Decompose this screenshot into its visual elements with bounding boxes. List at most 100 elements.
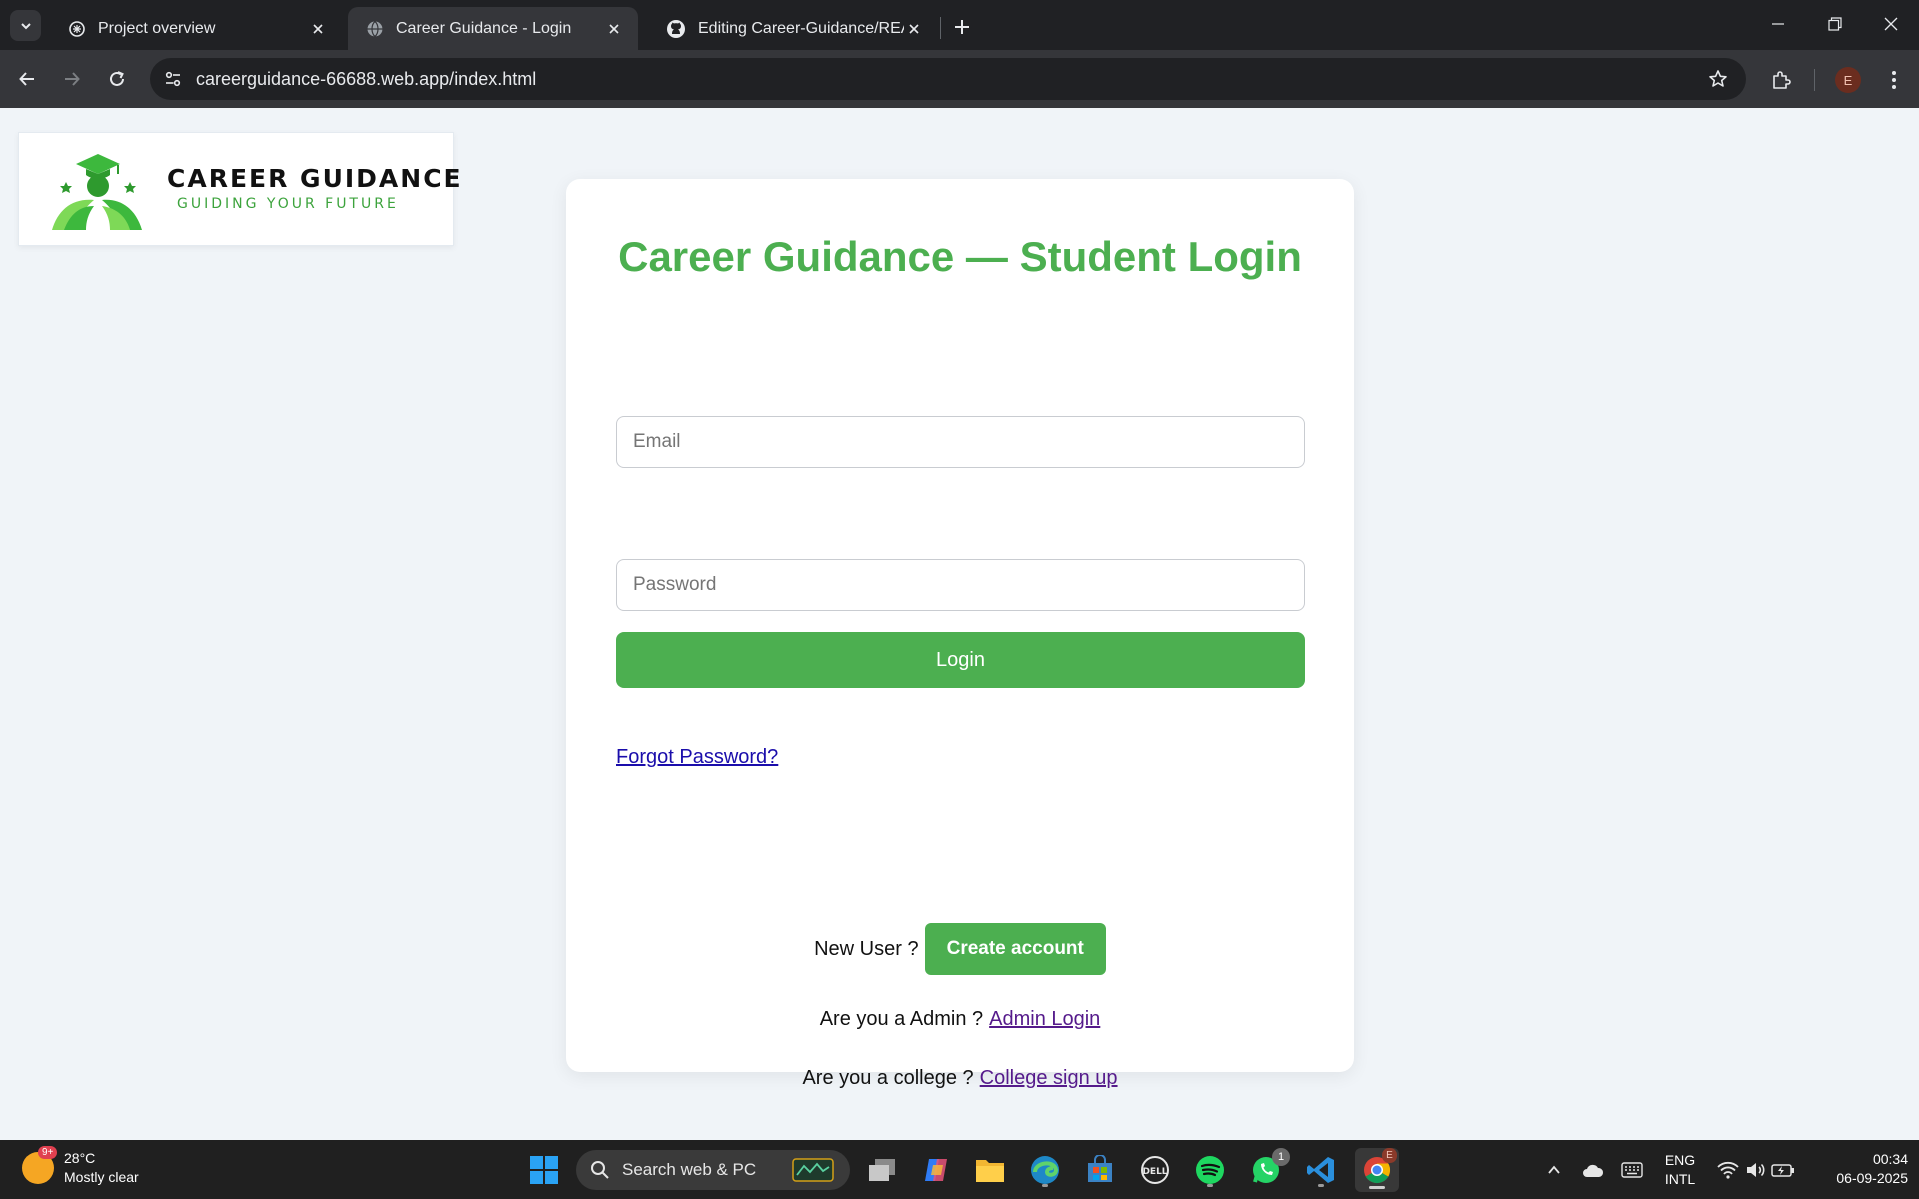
whatsapp-button[interactable]: 1: [1246, 1148, 1290, 1190]
admin-login-link[interactable]: Admin Login: [989, 1008, 1100, 1031]
admin-label: Are you a Admin ?: [819, 1007, 984, 1030]
tab-search-button[interactable]: [10, 10, 41, 41]
running-indicator: [1042, 1184, 1048, 1187]
graduate-leaf-logo-icon: [52, 154, 142, 230]
clock-time: 00:34: [1872, 1151, 1908, 1167]
windows-logo-icon: [530, 1156, 558, 1184]
close-icon: [909, 23, 919, 34]
tune-icon: [165, 71, 181, 87]
tab-separator: [940, 17, 941, 39]
close-icon: [609, 23, 619, 34]
logo-card: CAREER GUIDANCE GUIDING YOUR FUTURE: [18, 132, 461, 246]
kebab-menu-icon: [1892, 71, 1896, 89]
start-button[interactable]: [524, 1150, 564, 1190]
new-tab-button[interactable]: [948, 13, 976, 41]
search-icon: [591, 1161, 609, 1179]
taskbar-search-placeholder: Search web & PC: [622, 1160, 757, 1179]
create-account-button[interactable]: Create account: [924, 923, 1106, 975]
keyboard-icon: [1621, 1162, 1643, 1178]
edge-icon: [1031, 1156, 1059, 1184]
password-input[interactable]: [616, 559, 1305, 611]
toolbar-divider: [1814, 69, 1815, 91]
svg-text:DELL: DELL: [1142, 1167, 1167, 1177]
new-user-label: New User ?: [814, 937, 919, 960]
vscode-icon: [1307, 1157, 1334, 1183]
college-signup-link[interactable]: College sign up: [980, 1067, 1118, 1090]
vscode-button[interactable]: [1301, 1150, 1341, 1190]
forward-button[interactable]: [57, 64, 87, 94]
tab-github-editing[interactable]: Editing Career-Guidance/READM: [648, 7, 938, 50]
clock-button[interactable]: 00:34 06-09-2025: [1808, 1150, 1908, 1188]
tab-close-button[interactable]: [904, 19, 924, 39]
profile-button[interactable]: E: [1832, 64, 1864, 96]
logo-title: CAREER GUIDANCE: [167, 164, 463, 193]
tab-project-overview[interactable]: Project overview: [50, 7, 342, 50]
page-title: Career Guidance — Student Login: [618, 233, 1302, 280]
whatsapp-notification-badge: 1: [1272, 1148, 1290, 1166]
tab-close-button[interactable]: [604, 19, 624, 39]
copilot-button[interactable]: [916, 1150, 956, 1190]
quick-settings-button[interactable]: [1708, 1150, 1804, 1190]
arrow-left-icon: [19, 72, 34, 86]
url-text[interactable]: careerguidance-66688.web.app/index.html: [196, 69, 1698, 90]
weather-badge: 9+: [38, 1146, 58, 1159]
minimize-icon: [1771, 23, 1784, 25]
browser-toolbar: careerguidance-66688.web.app/index.html …: [0, 50, 1919, 108]
admin-row: Are you a Admin ? Admin Login: [566, 1005, 1354, 1033]
restore-button[interactable]: [1806, 0, 1863, 48]
running-indicator: [1318, 1184, 1324, 1187]
tab-close-button[interactable]: [308, 19, 328, 39]
show-hidden-icons-button[interactable]: [1534, 1150, 1574, 1190]
input-language-button[interactable]: ENG INTL: [1656, 1151, 1704, 1189]
star-icon: [1709, 70, 1727, 87]
college-row: Are you a college ? College sign up: [566, 1064, 1354, 1092]
minimize-button[interactable]: [1749, 0, 1806, 48]
close-icon: [313, 23, 323, 34]
copilot-icon: [925, 1159, 947, 1181]
login-button[interactable]: Login: [616, 632, 1305, 688]
active-indicator: [1369, 1186, 1385, 1189]
college-label: Are you a college ?: [802, 1066, 974, 1089]
chevron-down-icon: [20, 22, 31, 29]
spotify-button[interactable]: [1190, 1150, 1230, 1190]
task-view-button[interactable]: [862, 1150, 902, 1190]
new-user-row: New User ? Create account: [566, 923, 1354, 975]
running-indicator: [1207, 1184, 1213, 1187]
weather-condition: Mostly clear: [64, 1169, 139, 1185]
close-window-button[interactable]: [1862, 0, 1919, 48]
browser-menu-button[interactable]: [1878, 64, 1910, 96]
puzzle-icon: [1773, 71, 1791, 89]
microsoft-store-button[interactable]: [1080, 1150, 1120, 1190]
onedrive-button[interactable]: [1573, 1150, 1613, 1190]
volume-icon: [1747, 1163, 1765, 1177]
page-viewport: CAREER GUIDANCE GUIDING YOUR FUTURE Care…: [0, 108, 1919, 1140]
dell-button[interactable]: DELL: [1135, 1150, 1175, 1190]
store-icon: [1088, 1155, 1112, 1182]
close-icon: [1884, 17, 1897, 31]
email-input[interactable]: [616, 416, 1305, 468]
chevron-up-icon: [1548, 1165, 1560, 1174]
wifi-icon: [1717, 1161, 1739, 1179]
address-bar[interactable]: careerguidance-66688.web.app/index.html: [150, 58, 1746, 100]
file-explorer-button[interactable]: [970, 1150, 1010, 1190]
chrome-button[interactable]: E: [1355, 1148, 1399, 1192]
extensions-button[interactable]: [1765, 64, 1797, 96]
touch-keyboard-button[interactable]: [1612, 1150, 1652, 1190]
folder-icon: [976, 1160, 1004, 1182]
forgot-password-link[interactable]: Forgot Password?: [616, 746, 778, 769]
taskbar-search[interactable]: Search web & PC: [576, 1150, 850, 1190]
weather-widget[interactable]: 9+ 28°C Mostly clear: [22, 1146, 139, 1187]
edge-button[interactable]: [1025, 1150, 1065, 1190]
tab-career-guidance-login[interactable]: Career Guidance - Login: [348, 7, 638, 50]
back-button[interactable]: [12, 64, 42, 94]
login-card: Career Guidance — Student Login Login Fo…: [566, 179, 1354, 1089]
bookmark-button[interactable]: [1698, 59, 1738, 99]
search-highlight-icon: [792, 1158, 834, 1182]
restore-icon: [1827, 17, 1842, 31]
logo-tagline: GUIDING YOUR FUTURE: [177, 196, 399, 212]
site-info-button[interactable]: [152, 58, 194, 100]
task-view-icon: [869, 1159, 895, 1181]
reload-button[interactable]: [102, 64, 132, 94]
arrow-right-icon: [65, 72, 80, 86]
avatar: E: [1835, 67, 1861, 93]
